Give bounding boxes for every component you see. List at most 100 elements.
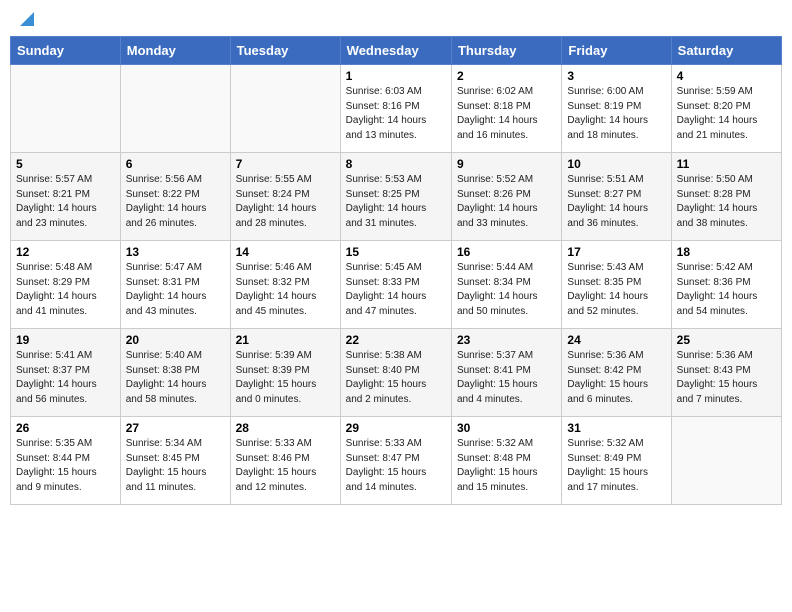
day-info: Sunrise: 5:33 AM Sunset: 8:46 PM Dayligh…	[236, 437, 335, 495]
day-info: Sunrise: 5:59 AM Sunset: 8:20 PM Dayligh…	[677, 85, 776, 143]
day-number: 14	[236, 245, 335, 259]
weekday-header-sunday: Sunday	[11, 37, 121, 65]
day-info: Sunrise: 5:40 AM Sunset: 8:38 PM Dayligh…	[126, 349, 225, 407]
calendar-week-1: 1Sunrise: 6:03 AM Sunset: 8:16 PM Daylig…	[11, 65, 782, 153]
weekday-header-tuesday: Tuesday	[230, 37, 340, 65]
day-info: Sunrise: 5:33 AM Sunset: 8:47 PM Dayligh…	[346, 437, 446, 495]
day-info: Sunrise: 5:41 AM Sunset: 8:37 PM Dayligh…	[16, 349, 115, 407]
day-number: 31	[567, 421, 665, 435]
calendar-cell: 10 Sunrise: 5:51 AM Sunset: 8:27 PM Dayli…	[562, 153, 671, 241]
day-info: Sunrise: 5:39 AM Sunset: 8:39 PM Dayligh…	[236, 349, 335, 407]
day-info: Sunrise: 5:50 AM Sunset: 8:28 PM Dayligh…	[677, 173, 776, 231]
day-info: Sunrise: 6:00 AM Sunset: 8:19 PM Dayligh…	[567, 85, 665, 143]
weekday-header-row: SundayMondayTuesdayWednesdayThursdayFrid…	[11, 37, 782, 65]
day-number: 19	[16, 333, 115, 347]
day-number: 10	[567, 157, 665, 171]
day-info: Sunrise: 5:44 AM Sunset: 8:34 PM Dayligh…	[457, 261, 556, 319]
calendar-week-5: 26 Sunrise: 5:35 AM Sunset: 8:44 PM Dayli…	[11, 417, 782, 505]
calendar-cell: 2 Sunrise: 6:02 AM Sunset: 8:18 PM Daylig…	[451, 65, 561, 153]
day-info: Sunrise: 5:36 AM Sunset: 8:42 PM Dayligh…	[567, 349, 665, 407]
day-info: Sunrise: 5:51 AM Sunset: 8:27 PM Dayligh…	[567, 173, 665, 231]
day-number: 9	[457, 157, 556, 171]
weekday-header-wednesday: Wednesday	[340, 37, 451, 65]
calendar-cell: 15 Sunrise: 5:45 AM Sunset: 8:33 PM Dayli…	[340, 241, 451, 329]
day-info: Sunrise: 5:42 AM Sunset: 8:36 PM Dayligh…	[677, 261, 776, 319]
calendar-cell: 26 Sunrise: 5:35 AM Sunset: 8:44 PM Dayli…	[11, 417, 121, 505]
day-number: 30	[457, 421, 556, 435]
day-number: 8	[346, 157, 446, 171]
calendar-cell: 27 Sunrise: 5:34 AM Sunset: 8:45 PM Dayli…	[120, 417, 230, 505]
weekday-header-friday: Friday	[562, 37, 671, 65]
day-info: Sunrise: 5:48 AM Sunset: 8:29 PM Dayligh…	[16, 261, 115, 319]
calendar-cell	[120, 65, 230, 153]
calendar-cell	[11, 65, 121, 153]
calendar-cell: 13 Sunrise: 5:47 AM Sunset: 8:31 PM Dayli…	[120, 241, 230, 329]
day-number: 7	[236, 157, 335, 171]
calendar-cell: 6Sunrise: 5:56 AM Sunset: 8:22 PM Daylig…	[120, 153, 230, 241]
calendar-cell: 16Sunrise: 5:44 AM Sunset: 8:34 PM Dayli…	[451, 241, 561, 329]
day-info: Sunrise: 5:53 AM Sunset: 8:25 PM Dayligh…	[346, 173, 446, 231]
calendar-cell	[230, 65, 340, 153]
calendar-week-4: 19 Sunrise: 5:41 AM Sunset: 8:37 PM Dayli…	[11, 329, 782, 417]
day-number: 25	[677, 333, 776, 347]
calendar-cell: 4 Sunrise: 5:59 AM Sunset: 8:20 PM Daylig…	[671, 65, 781, 153]
day-number: 6	[126, 157, 225, 171]
calendar-cell: 3 Sunrise: 6:00 AM Sunset: 8:19 PM Daylig…	[562, 65, 671, 153]
calendar-cell: 23 Sunrise: 5:37 AM Sunset: 8:41 PM Dayli…	[451, 329, 561, 417]
calendar-cell: 14 Sunrise: 5:46 AM Sunset: 8:32 PM Dayli…	[230, 241, 340, 329]
day-info: Sunrise: 5:35 AM Sunset: 8:44 PM Dayligh…	[16, 437, 115, 495]
day-info: Sunrise: 5:32 AM Sunset: 8:48 PM Dayligh…	[457, 437, 556, 495]
calendar-cell: 28Sunrise: 5:33 AM Sunset: 8:46 PM Dayli…	[230, 417, 340, 505]
logo-triangle-icon	[16, 10, 34, 28]
calendar-week-2: 5 Sunrise: 5:57 AM Sunset: 8:21 PM Daylig…	[11, 153, 782, 241]
calendar-cell: 18 Sunrise: 5:42 AM Sunset: 8:36 PM Dayli…	[671, 241, 781, 329]
day-number: 12	[16, 245, 115, 259]
page-header	[10, 10, 782, 30]
day-info: Sunrise: 5:52 AM Sunset: 8:26 PM Dayligh…	[457, 173, 556, 231]
weekday-header-saturday: Saturday	[671, 37, 781, 65]
day-number: 24	[567, 333, 665, 347]
day-number: 13	[126, 245, 225, 259]
day-info: Sunrise: 5:57 AM Sunset: 8:21 PM Dayligh…	[16, 173, 115, 231]
calendar-cell: 31 Sunrise: 5:32 AM Sunset: 8:49 PM Dayli…	[562, 417, 671, 505]
calendar-cell: 9 Sunrise: 5:52 AM Sunset: 8:26 PM Daylig…	[451, 153, 561, 241]
calendar-cell: 29 Sunrise: 5:33 AM Sunset: 8:47 PM Dayli…	[340, 417, 451, 505]
day-info: Sunrise: 5:55 AM Sunset: 8:24 PM Dayligh…	[236, 173, 335, 231]
weekday-header-monday: Monday	[120, 37, 230, 65]
day-number: 2	[457, 69, 556, 83]
day-number: 27	[126, 421, 225, 435]
calendar-cell: 5 Sunrise: 5:57 AM Sunset: 8:21 PM Daylig…	[11, 153, 121, 241]
day-number: 17	[567, 245, 665, 259]
weekday-header-thursday: Thursday	[451, 37, 561, 65]
day-info: Sunrise: 5:43 AM Sunset: 8:35 PM Dayligh…	[567, 261, 665, 319]
day-info: Sunrise: 5:47 AM Sunset: 8:31 PM Dayligh…	[126, 261, 225, 319]
day-number: 22	[346, 333, 446, 347]
calendar-cell: 20 Sunrise: 5:40 AM Sunset: 8:38 PM Dayli…	[120, 329, 230, 417]
day-info: Sunrise: 6:02 AM Sunset: 8:18 PM Dayligh…	[457, 85, 556, 143]
calendar-cell: 11Sunrise: 5:50 AM Sunset: 8:28 PM Dayli…	[671, 153, 781, 241]
calendar-cell: 30 Sunrise: 5:32 AM Sunset: 8:48 PM Dayli…	[451, 417, 561, 505]
calendar-cell	[671, 417, 781, 505]
calendar-cell: 19 Sunrise: 5:41 AM Sunset: 8:37 PM Dayli…	[11, 329, 121, 417]
calendar-cell: 1Sunrise: 6:03 AM Sunset: 8:16 PM Daylig…	[340, 65, 451, 153]
calendar-cell: 25Sunrise: 5:36 AM Sunset: 8:43 PM Dayli…	[671, 329, 781, 417]
day-info: Sunrise: 5:45 AM Sunset: 8:33 PM Dayligh…	[346, 261, 446, 319]
day-number: 23	[457, 333, 556, 347]
day-number: 29	[346, 421, 446, 435]
day-number: 26	[16, 421, 115, 435]
day-number: 5	[16, 157, 115, 171]
day-info: Sunrise: 5:37 AM Sunset: 8:41 PM Dayligh…	[457, 349, 556, 407]
day-info: Sunrise: 5:38 AM Sunset: 8:40 PM Dayligh…	[346, 349, 446, 407]
day-number: 15	[346, 245, 446, 259]
day-info: Sunrise: 5:46 AM Sunset: 8:32 PM Dayligh…	[236, 261, 335, 319]
day-info: Sunrise: 5:34 AM Sunset: 8:45 PM Dayligh…	[126, 437, 225, 495]
day-number: 3	[567, 69, 665, 83]
day-number: 18	[677, 245, 776, 259]
calendar-cell: 17 Sunrise: 5:43 AM Sunset: 8:35 PM Dayli…	[562, 241, 671, 329]
day-number: 20	[126, 333, 225, 347]
day-number: 4	[677, 69, 776, 83]
day-info: Sunrise: 5:32 AM Sunset: 8:49 PM Dayligh…	[567, 437, 665, 495]
calendar-cell: 12 Sunrise: 5:48 AM Sunset: 8:29 PM Dayli…	[11, 241, 121, 329]
calendar-week-3: 12 Sunrise: 5:48 AM Sunset: 8:29 PM Dayli…	[11, 241, 782, 329]
logo	[14, 10, 34, 30]
